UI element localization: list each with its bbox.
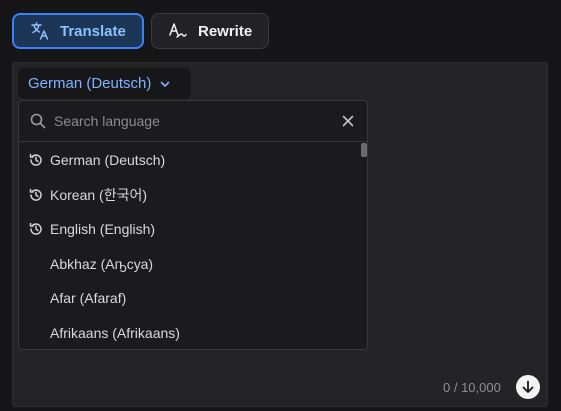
language-item[interactable]: Korean (한국어) (19, 178, 367, 213)
close-icon (342, 115, 354, 127)
history-icon (29, 188, 43, 202)
language-item[interactable]: Afar (Afaraf) (19, 281, 367, 316)
language-item[interactable]: Afrikaans (Afrikaans) (19, 316, 367, 350)
chevron-down-icon (159, 78, 171, 90)
language-label: English (English) (50, 221, 156, 238)
translate-icon (30, 21, 50, 41)
search-icon (29, 112, 47, 130)
search-row (19, 101, 367, 142)
language-label: Abkhaz (Аҧсуа) (50, 255, 154, 272)
scrollbar-thumb[interactable] (361, 143, 367, 157)
translate-tab-label: Translate (60, 22, 126, 40)
rewrite-icon (168, 21, 188, 41)
language-selector[interactable]: German (Deutsch) (18, 68, 191, 99)
download-button[interactable] (516, 375, 540, 399)
clear-search-button[interactable] (339, 112, 357, 130)
language-label: Korean (한국어) (50, 186, 147, 203)
language-dropdown: German (Deutsch) Korean (한국어) English (E… (18, 100, 368, 350)
language-label: Afrikaans (Afrikaans) (50, 324, 180, 341)
translate-tab[interactable]: Translate (12, 13, 144, 49)
language-item[interactable]: German (Deutsch) (19, 143, 367, 178)
language-item[interactable]: English (English) (19, 212, 367, 247)
rewrite-tab[interactable]: Rewrite (151, 13, 269, 49)
language-list: German (Deutsch) Korean (한국어) English (E… (19, 142, 367, 350)
language-label: German (Deutsch) (50, 152, 166, 169)
rewrite-tab-label: Rewrite (198, 22, 253, 40)
history-icon (29, 153, 43, 167)
character-count: 0 / 10,000 (443, 380, 501, 395)
search-language-input[interactable] (54, 113, 339, 129)
history-icon (29, 222, 43, 236)
arrow-down-icon (522, 380, 534, 393)
language-item[interactable]: Abkhaz (Аҧсуа) (19, 247, 367, 282)
mode-tabs: Translate Rewrite (12, 13, 269, 49)
selected-language: German (Deutsch) (28, 75, 152, 92)
language-label: Afar (Afaraf) (50, 290, 127, 307)
